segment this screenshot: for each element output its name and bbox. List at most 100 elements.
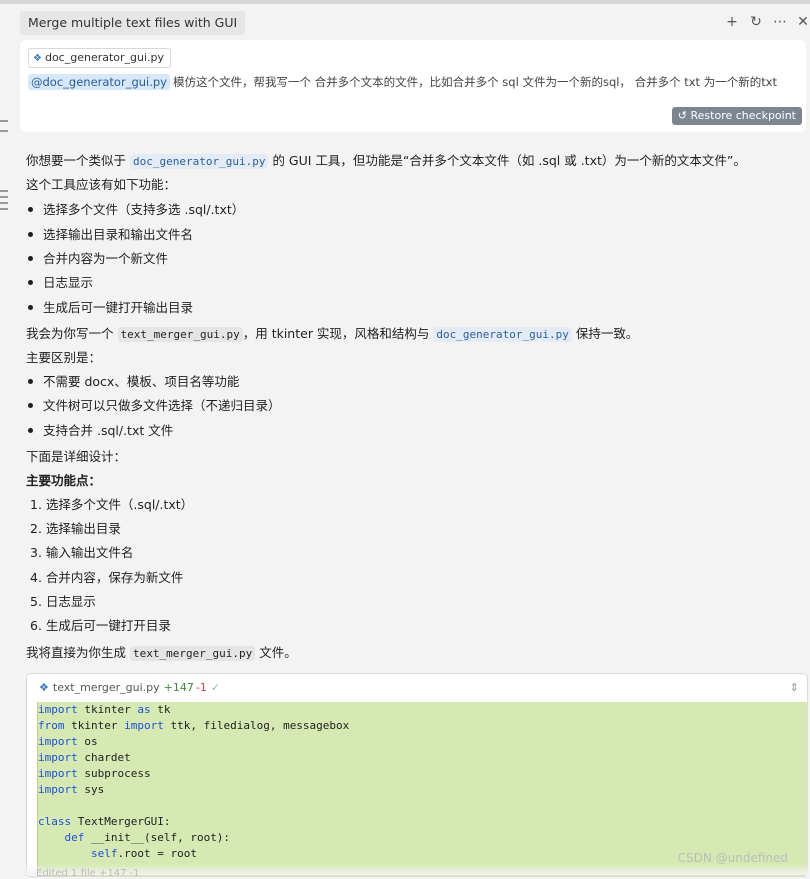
list-item: 生成后可一键打开输出目录 <box>26 298 193 318</box>
text-run: 我将直接为你生成 <box>26 645 127 660</box>
gutter-mark <box>0 130 8 132</box>
code-text: ttk, filedialog, messagebox <box>163 719 350 732</box>
text-run: 文件。 <box>259 645 297 660</box>
list-item-text: 不需要 docx、模板、项目名等功能 <box>43 374 240 389</box>
list-item: 合并内容为一个新文件 <box>26 249 168 269</box>
list-item: 选择输出目录和输出文件名 <box>26 225 193 245</box>
inline-code: text_merger_gui.py <box>117 327 243 342</box>
edited-files-summary[interactable]: Edited 1 file +147 -1 <box>36 868 140 879</box>
list-item-text: 合并内容为一个新文件 <box>43 251 169 266</box>
code-line: import tkinter as tk <box>38 702 170 718</box>
text-run: 你想要一个类似于 <box>26 153 127 168</box>
gutter-mark <box>0 190 8 192</box>
list-item: 支持合并 .sql/.txt 文件 <box>26 421 173 441</box>
differences-heading: 主要区别是： <box>26 350 102 365</box>
code-keyword: class <box>38 815 72 828</box>
user-prompt: 模仿这个文件，帮我写一个 合并多个文本的文件，比如合并多个 sql 文件为一个新… <box>173 75 778 89</box>
watermark: CSDN @undefined <box>677 851 788 865</box>
lines-added: +147 <box>163 681 194 694</box>
code-text: tkinter <box>64 719 125 732</box>
numbered-item: 6. 生成后可一键打开目录 <box>30 618 171 633</box>
design-heading: 下面是详细设计： <box>26 449 127 464</box>
code-line: class TextMergerGUI: <box>38 814 170 830</box>
code-keyword: self <box>38 847 118 860</box>
attached-file-chip[interactable]: ❖ doc_generator_gui.py <box>28 48 172 68</box>
code-diff-body: import tkinter as tk from tkinter import … <box>37 702 807 876</box>
code-keyword: import <box>38 703 78 716</box>
text-run: 保持一致。 <box>575 326 639 341</box>
code-keyword: import <box>38 783 78 796</box>
gutter-mark <box>0 208 8 210</box>
bullet-dot <box>28 207 33 212</box>
features-heading: 这个工具应该有如下功能： <box>26 177 177 192</box>
numbered-item: 4. 合并内容，保存为新文件 <box>30 570 184 585</box>
list-item: 文件树可以只做多文件选择（不递归目录） <box>26 396 281 416</box>
bullet-dot <box>28 305 33 310</box>
numbered-item: 3. 输入输出文件名 <box>30 545 134 560</box>
bullet-dot <box>28 428 33 433</box>
code-block-header[interactable]: ❖ text_merger_gui.py +147 -1 ✓ ⇕ <box>27 674 807 702</box>
bullet-dot <box>28 280 33 285</box>
chat-header: Merge multiple text files with GUI + ↻ ⋯… <box>0 4 810 40</box>
code-line: import chardet <box>38 750 131 766</box>
points-heading: 主要功能点： <box>26 473 102 488</box>
code-keyword: import <box>38 735 78 748</box>
gutter-mark <box>0 196 8 198</box>
code-filename[interactable]: text_merger_gui.py <box>53 681 160 694</box>
code-line: def __init__(self, root): <box>38 830 230 846</box>
code-line: from tkinter import ttk, filedialog, mes… <box>38 718 349 734</box>
history-icon[interactable]: ↻ <box>747 13 765 31</box>
code-keyword: import <box>124 719 164 732</box>
code-keyword: as <box>137 703 151 716</box>
code-text: TextMergerGUI: <box>71 815 171 828</box>
code-text: chardet <box>77 751 131 764</box>
inline-code-file-ref[interactable]: doc_generator_gui.py <box>130 154 269 169</box>
numbered-item: 2. 选择输出目录 <box>30 521 121 536</box>
bullet-dot <box>28 256 33 261</box>
restore-checkpoint-button[interactable]: ↺ Restore checkpoint <box>671 107 802 125</box>
attached-file-name: doc_generator_gui.py <box>44 51 165 64</box>
code-line: import sys <box>38 782 104 798</box>
code-keyword: import <box>38 751 78 764</box>
file-mention[interactable]: @doc_generator_gui.py <box>28 74 170 90</box>
python-file-icon: ❖ <box>33 53 42 64</box>
code-text: os <box>77 735 98 748</box>
code-keyword: from <box>38 719 65 732</box>
code-text: __init__(self, root): <box>84 831 231 844</box>
code-text: .root = root <box>117 847 197 860</box>
bullet-dot <box>28 379 33 384</box>
code-text: sys <box>77 783 105 796</box>
check-icon: ✓ <box>210 681 221 694</box>
list-item-text: 选择输出目录和输出文件名 <box>43 227 194 242</box>
code-keyword: import <box>38 767 78 780</box>
code-text: tkinter <box>77 703 138 716</box>
lines-removed: -1 <box>195 681 207 694</box>
list-item-text: 日志显示 <box>43 275 94 290</box>
code-line: import os <box>38 734 98 750</box>
plus-icon[interactable]: + <box>723 13 741 31</box>
python-file-icon: ❖ <box>39 681 49 694</box>
numbered-item: 5. 日志显示 <box>30 594 96 609</box>
text-run: 我会为你写一个 <box>26 326 114 341</box>
list-item-text: 生成后可一键打开输出目录 <box>43 300 194 315</box>
chat-title[interactable]: Merge multiple text files with GUI <box>20 11 246 35</box>
more-icon[interactable]: ⋯ <box>771 13 789 31</box>
gutter-mark <box>0 202 8 204</box>
close-icon[interactable]: ✕ <box>794 13 810 31</box>
code-text: subprocess <box>77 767 151 780</box>
list-item-text: 选择多个文件（支持多选 .sql/.txt） <box>43 202 245 217</box>
list-item: 选择多个文件（支持多选 .sql/.txt） <box>26 200 244 220</box>
response-intro: 你想要一个类似于 doc_generator_gui.py 的 GUI 工具，但… <box>26 151 746 172</box>
text-run: ，用 tkinter 实现，风格和结构与 <box>242 326 430 341</box>
expand-icon[interactable]: ⇕ <box>790 674 799 702</box>
final-paragraph: 我将直接为你生成 text_merger_gui.py 文件。 <box>26 643 297 664</box>
inline-code-file-ref[interactable]: doc_generator_gui.py <box>433 327 572 342</box>
inline-code: text_merger_gui.py <box>130 646 256 661</box>
user-message-text: @doc_generator_gui.py 模仿这个文件，帮我写一个 合并多个文本… <box>28 73 777 91</box>
bullet-dot <box>28 232 33 237</box>
list-item: 不需要 docx、模板、项目名等功能 <box>26 372 239 392</box>
restore-checkpoint-label: Restore checkpoint <box>690 109 797 122</box>
list-item-text: 文件树可以只做多文件选择（不递归目录） <box>43 398 281 413</box>
numbered-item: 1. 选择多个文件（.sql/.txt） <box>30 497 194 512</box>
gutter-mark <box>0 120 8 122</box>
